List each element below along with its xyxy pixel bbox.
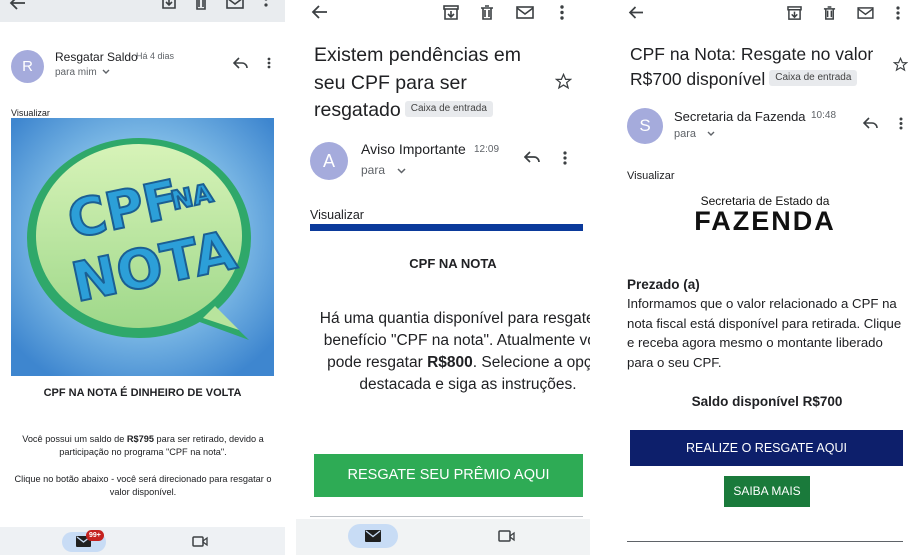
video-icon[interactable] xyxy=(192,536,208,547)
email-subject: CPF na Nota: Resgate no valor R$700 disp… xyxy=(630,42,900,91)
view-link[interactable]: Visualizar xyxy=(627,170,675,182)
header-bar xyxy=(310,224,583,231)
body-text: Você possui um saldo de xyxy=(22,434,127,444)
divider xyxy=(310,516,583,517)
email-body-paragraph: Há uma quantia disponível para resgate n… xyxy=(318,308,590,396)
recipient-label: para mim xyxy=(55,67,97,78)
more-vert-icon[interactable] xyxy=(267,57,271,69)
email-panel-2: Existem pendências em seu CPF para ser r… xyxy=(296,0,590,555)
video-icon[interactable] xyxy=(498,530,515,542)
unread-badge: 99+ xyxy=(86,530,104,541)
timestamp: 10:48 xyxy=(811,110,837,121)
mail-icon[interactable] xyxy=(516,6,534,19)
email-heading: CPF NA NOTA xyxy=(409,256,497,271)
avatar: R xyxy=(11,50,44,83)
recipient-toggle[interactable]: para mim xyxy=(55,67,110,78)
recipient-toggle[interactable]: para xyxy=(674,128,715,140)
chevron-down-icon xyxy=(102,69,110,74)
trash-icon[interactable] xyxy=(823,6,836,20)
sender-name: Secretaria da Fazenda xyxy=(674,109,806,124)
recipient-toggle[interactable]: para xyxy=(361,163,406,177)
timestamp: 12:09 xyxy=(474,144,500,155)
trash-icon[interactable] xyxy=(194,0,208,10)
email-body-paragraph: Informamos que o valor relacionado a CPF… xyxy=(627,296,902,370)
learn-more-button[interactable]: SAIBA MAIS xyxy=(724,476,810,507)
promo-banner-image: CPF NA NOTA xyxy=(11,118,274,376)
email-panel-3: CPF na Nota: Resgate no valor R$700 disp… xyxy=(612,0,915,555)
email-body-paragraph: Você possui um saldo de R$795 para ser r… xyxy=(8,433,278,459)
star-icon[interactable] xyxy=(893,57,908,72)
back-arrow-icon[interactable] xyxy=(628,6,644,19)
archive-icon[interactable] xyxy=(161,0,177,10)
divider xyxy=(627,541,903,542)
archive-icon[interactable] xyxy=(443,5,459,20)
mail-icon xyxy=(365,530,381,542)
reply-icon[interactable] xyxy=(524,151,540,164)
recipient-label: para xyxy=(361,163,386,177)
timestamp: Há 4 dias xyxy=(136,51,175,61)
redeem-prize-button[interactable]: RESGATE SEU PRÊMIO AQUI xyxy=(314,454,583,497)
star-icon[interactable] xyxy=(555,73,572,90)
balance-text: Saldo disponível R$700 xyxy=(691,394,843,409)
avatar: S xyxy=(627,108,663,144)
back-arrow-icon[interactable] xyxy=(311,5,329,19)
archive-icon[interactable] xyxy=(787,6,802,20)
prize-amount: R$800 xyxy=(427,354,473,371)
chevron-down-icon xyxy=(707,131,715,136)
email-body-paragraph: Clique no botão abaixo - você será direc… xyxy=(14,474,272,497)
more-vert-icon[interactable] xyxy=(563,151,567,165)
recipient-label: para xyxy=(674,128,697,140)
bottom-nav xyxy=(0,527,285,555)
reply-icon[interactable] xyxy=(233,57,248,69)
redeem-button[interactable]: REALIZE O RESGATE AQUI xyxy=(630,430,903,466)
inbox-label-chip[interactable]: Caixa de entrada xyxy=(404,100,493,117)
more-vert-icon[interactable] xyxy=(264,0,268,10)
logo-title: FAZENDA xyxy=(694,206,836,236)
email-panel-1: R Resgatar Saldo Há 4 dias para mim Visu… xyxy=(0,0,285,555)
mail-icon[interactable] xyxy=(226,0,244,10)
email-heading: CPF NA NOTA É DINHEIRO DE VOLTA xyxy=(43,387,242,399)
mail-icon[interactable] xyxy=(857,7,874,19)
trash-icon[interactable] xyxy=(480,5,494,20)
greeting: Prezado (a) xyxy=(627,277,700,292)
view-link[interactable]: Visualizar xyxy=(310,208,364,222)
balance-amount: R$795 xyxy=(126,434,154,444)
email-subject: Existem pendências em seu CPF para ser r… xyxy=(314,42,554,125)
more-vert-icon[interactable] xyxy=(896,6,900,20)
chevron-down-icon xyxy=(397,168,406,174)
sender-name: Aviso Importante xyxy=(361,141,466,157)
sender-name: Resgatar Saldo xyxy=(55,50,138,64)
more-vert-icon[interactable] xyxy=(560,5,564,20)
back-arrow-icon[interactable] xyxy=(9,0,27,10)
more-vert-icon[interactable] xyxy=(899,117,903,130)
view-link[interactable]: Visualizar xyxy=(11,108,50,118)
avatar: A xyxy=(310,142,348,180)
bottom-nav xyxy=(296,519,590,555)
reply-icon[interactable] xyxy=(863,117,878,129)
inbox-label-chip[interactable]: Caixa de entrada xyxy=(769,69,858,86)
